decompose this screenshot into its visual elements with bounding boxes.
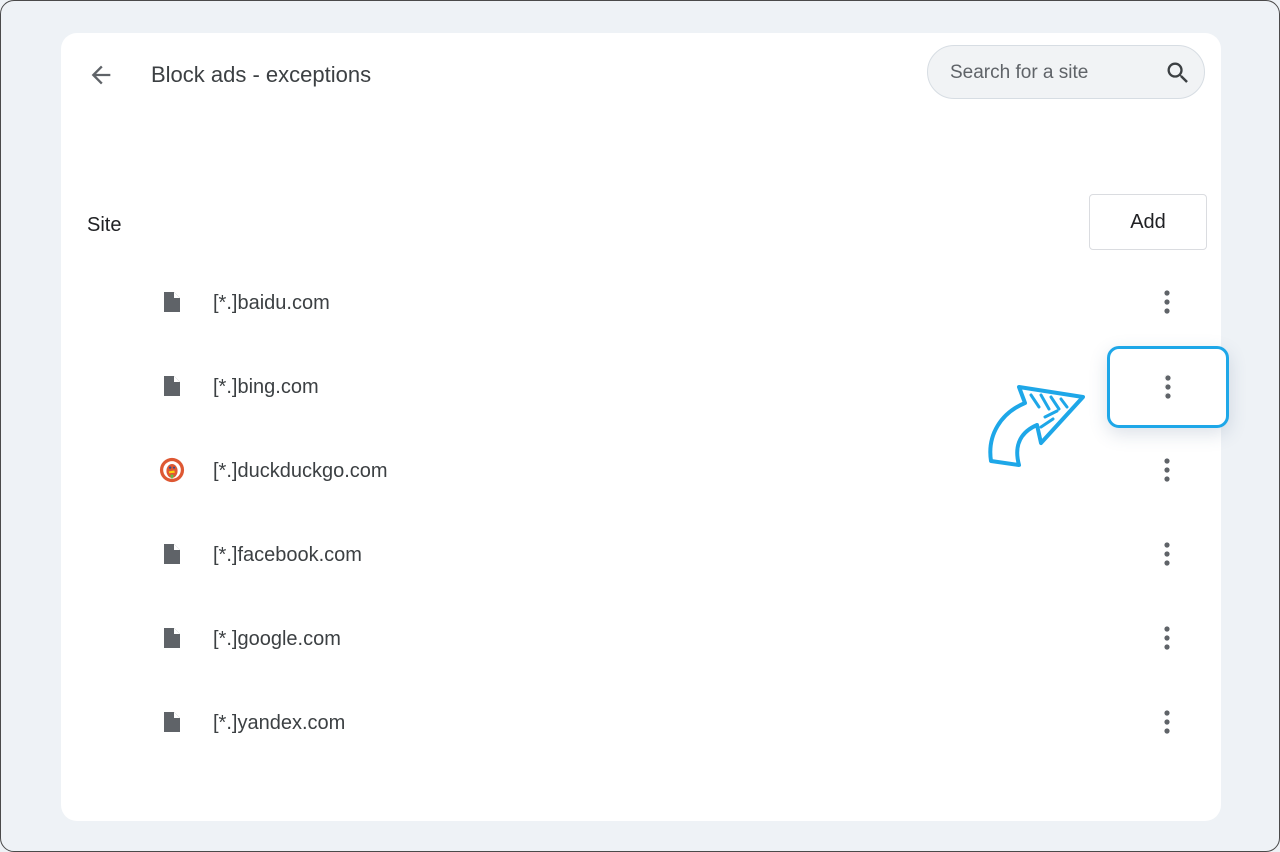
duckduckgo-favicon-icon bbox=[159, 457, 185, 483]
search-icon[interactable] bbox=[1164, 59, 1192, 87]
highlighted-more-actions-button[interactable] bbox=[1107, 346, 1229, 428]
back-button[interactable] bbox=[83, 57, 119, 93]
site-name[interactable]: [*.]baidu.com bbox=[213, 290, 330, 316]
file-icon bbox=[159, 289, 185, 315]
more-actions-button[interactable] bbox=[1149, 536, 1185, 572]
site-row: [*.]facebook.com bbox=[61, 514, 1221, 598]
file-icon bbox=[159, 709, 185, 735]
window-frame: Block ads - exceptions Site Add [*.]baid… bbox=[0, 0, 1280, 852]
search-box[interactable] bbox=[927, 45, 1205, 100]
site-name[interactable]: [*.]duckduckgo.com bbox=[213, 458, 388, 484]
site-name[interactable]: [*.]yandex.com bbox=[213, 710, 345, 736]
pointer-arrow-icon bbox=[988, 385, 1085, 467]
more-actions-button[interactable] bbox=[1149, 704, 1185, 740]
more-vert-icon bbox=[1164, 458, 1170, 482]
file-icon bbox=[159, 373, 185, 399]
arrow-left-icon bbox=[91, 65, 111, 85]
file-icon bbox=[159, 625, 185, 651]
page-title: Block ads - exceptions bbox=[151, 62, 372, 87]
more-vert-icon bbox=[1164, 542, 1170, 566]
more-vert-icon bbox=[1164, 710, 1170, 734]
site-exception-list: [*.]baidu.com [*.]bing.com [*.]duckduckg… bbox=[61, 262, 1221, 766]
site-row: [*.]google.com bbox=[61, 598, 1221, 682]
site-name[interactable]: [*.]google.com bbox=[213, 626, 341, 652]
add-site-button[interactable]: Add bbox=[1089, 194, 1207, 250]
site-name[interactable]: [*.]bing.com bbox=[213, 374, 319, 400]
more-vert-icon bbox=[1164, 290, 1170, 314]
file-icon bbox=[159, 541, 185, 567]
site-row: [*.]yandex.com bbox=[61, 682, 1221, 766]
more-vert-icon bbox=[1164, 626, 1170, 650]
site-name[interactable]: [*.]facebook.com bbox=[213, 542, 362, 568]
more-actions-button[interactable] bbox=[1149, 284, 1185, 320]
search-input[interactable] bbox=[948, 46, 1152, 100]
more-actions-button[interactable] bbox=[1149, 452, 1185, 488]
more-actions-button[interactable] bbox=[1149, 620, 1185, 656]
more-vert-icon bbox=[1165, 375, 1171, 399]
site-row: [*.]baidu.com bbox=[61, 262, 1221, 346]
site-column-label: Site bbox=[87, 214, 122, 236]
